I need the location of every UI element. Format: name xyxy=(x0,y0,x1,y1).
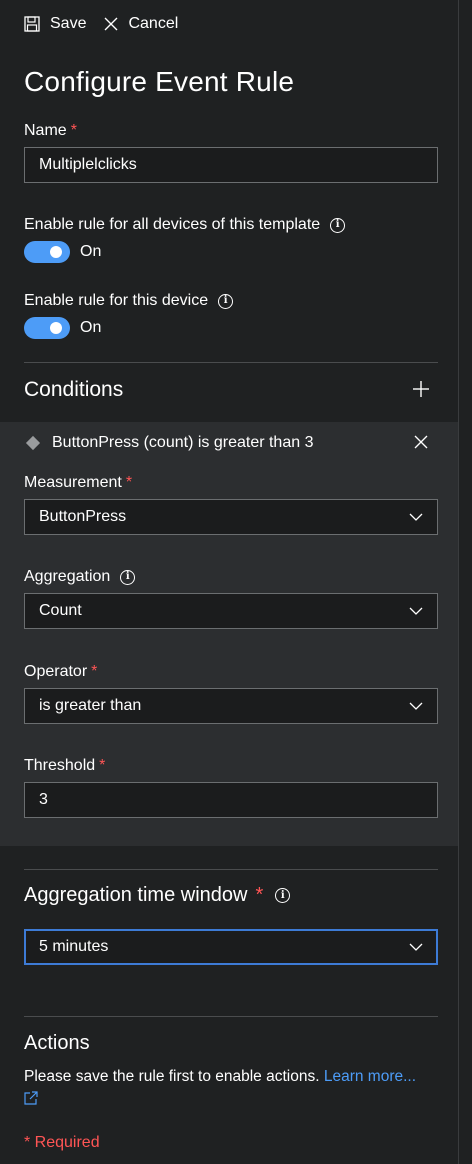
template-toggle-state: On xyxy=(80,243,102,260)
device-toggle-row: On xyxy=(24,317,101,339)
configure-rule-panel: Save Cancel Configure Event Rule Name * M… xyxy=(0,0,472,1164)
info-icon[interactable]: i xyxy=(120,569,136,585)
divider xyxy=(24,362,438,363)
chevron-down-icon xyxy=(409,702,423,710)
actions-message-line: Please save the rule first to enable act… xyxy=(24,1068,416,1086)
template-toggle-row: On xyxy=(24,241,101,263)
template-toggle-label: Enable rule for all devices of this temp… xyxy=(24,216,346,234)
conditions-title: Conditions xyxy=(24,378,124,401)
measurement-select[interactable]: ButtonPress xyxy=(24,499,438,535)
chevron-down-icon xyxy=(409,607,423,615)
template-toggle-switch[interactable] xyxy=(24,241,70,263)
close-icon[interactable] xyxy=(414,435,428,449)
device-toggle-label: Enable rule for this device i xyxy=(24,292,234,310)
name-input-value: Multiplelclicks xyxy=(39,156,137,173)
time-window-label-text: Aggregation time window xyxy=(24,884,248,906)
name-label: Name * xyxy=(24,122,77,140)
threshold-value: 3 xyxy=(39,791,48,808)
operator-value: is greater than xyxy=(39,697,142,714)
add-condition-plus-icon[interactable] xyxy=(412,380,430,398)
device-toggle-state: On xyxy=(80,319,102,336)
required-mark: * xyxy=(255,884,264,906)
chevron-down-icon xyxy=(409,943,423,951)
save-button[interactable]: Save xyxy=(24,15,86,33)
condition-header[interactable]: ButtonPress (count) is greater than 3 xyxy=(24,434,313,452)
template-toggle-label-text: Enable rule for all devices of this temp… xyxy=(24,216,321,233)
toggle-knob xyxy=(50,246,62,258)
device-toggle-switch[interactable] xyxy=(24,317,70,339)
name-label-text: Name xyxy=(24,122,67,139)
operator-select[interactable]: is greater than xyxy=(24,688,438,724)
actions-message: Please save the rule first to enable act… xyxy=(24,1068,320,1085)
required-mark: * xyxy=(125,474,133,491)
actions-title: Actions xyxy=(24,1032,90,1054)
aggregation-select[interactable]: Count xyxy=(24,593,438,629)
required-mark: * xyxy=(70,122,77,139)
required-mark: * xyxy=(99,757,106,774)
threshold-label: Threshold * xyxy=(24,757,105,775)
save-label: Save xyxy=(50,15,87,32)
aggregation-label-text: Aggregation xyxy=(24,568,111,585)
name-input[interactable]: Multiplelclicks xyxy=(24,147,438,183)
info-icon[interactable]: i xyxy=(330,217,346,233)
diamond-icon xyxy=(25,435,41,451)
time-window-value: 5 minutes xyxy=(39,938,109,955)
save-icon xyxy=(24,16,40,32)
page-title: Configure Event Rule xyxy=(24,66,295,97)
required-note: * Required xyxy=(24,1134,100,1151)
chevron-down-icon xyxy=(409,513,423,521)
aggregation-label: Aggregation i xyxy=(24,568,136,586)
cancel-button[interactable]: Cancel xyxy=(104,15,178,33)
measurement-label-text: Measurement xyxy=(24,474,122,491)
info-icon[interactable]: i xyxy=(218,293,234,309)
cancel-icon xyxy=(105,17,118,31)
divider xyxy=(24,1016,438,1017)
required-mark: * xyxy=(91,663,98,680)
time-window-select[interactable]: 5 minutes xyxy=(24,929,438,965)
divider xyxy=(24,869,438,870)
measurement-label: Measurement * xyxy=(24,474,132,492)
operator-label: Operator * xyxy=(24,663,97,681)
threshold-input[interactable]: 3 xyxy=(24,782,438,818)
cancel-label: Cancel xyxy=(128,15,179,32)
toolbar: Save Cancel xyxy=(0,0,458,48)
condition-summary: ButtonPress (count) is greater than 3 xyxy=(52,434,314,451)
measurement-value: ButtonPress xyxy=(39,508,127,525)
aggregation-value: Count xyxy=(39,602,82,619)
learn-more-link[interactable]: Learn more... xyxy=(324,1068,416,1085)
toggle-knob xyxy=(50,322,62,334)
external-link-icon[interactable] xyxy=(24,1091,38,1105)
threshold-label-text: Threshold xyxy=(24,757,96,774)
panel-edge xyxy=(458,0,472,1164)
time-window-label: Aggregation time window * i xyxy=(24,884,291,907)
operator-label-text: Operator xyxy=(24,663,88,680)
device-toggle-label-text: Enable rule for this device xyxy=(24,292,209,309)
info-icon[interactable]: i xyxy=(275,888,291,903)
